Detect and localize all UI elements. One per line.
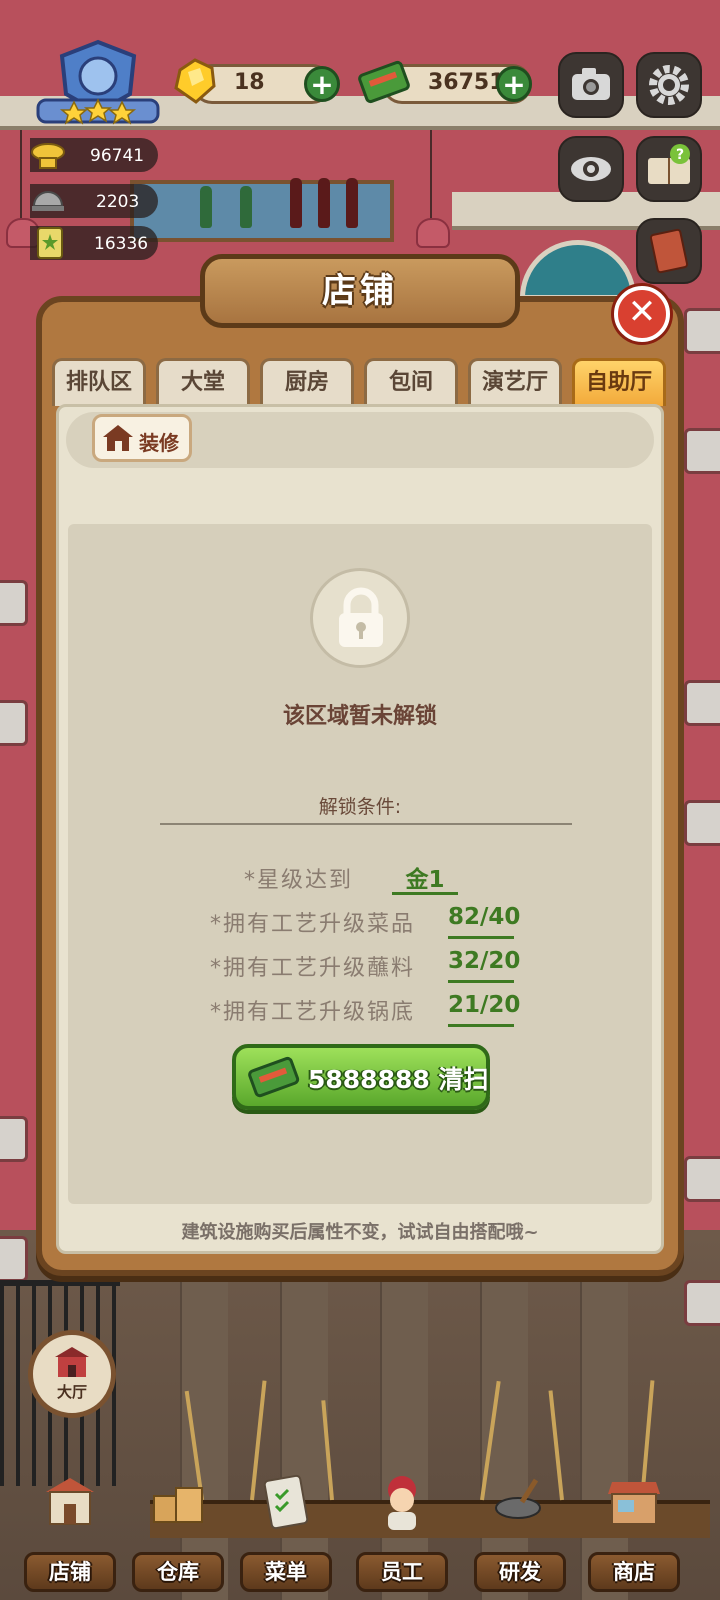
guide-book-button[interactable]: ? xyxy=(636,136,702,202)
tab-private-room[interactable]: 包间 xyxy=(364,358,458,406)
bottle xyxy=(240,186,252,228)
svg-text:?: ? xyxy=(676,147,684,163)
lamp-cord xyxy=(430,130,432,220)
recipe-book-icon xyxy=(649,228,689,274)
nav-warehouse[interactable]: 仓库 xyxy=(128,1468,228,1598)
nav-research[interactable]: 研发 xyxy=(470,1468,570,1598)
storefront-icon xyxy=(46,1478,94,1525)
requirement-value: 21/20 xyxy=(448,992,521,1018)
hall-label: 大厅 xyxy=(56,1383,87,1401)
decorate-label: 装修 xyxy=(139,431,179,455)
nav-label: 商店 xyxy=(613,1560,655,1584)
tab-buffet-hall[interactable]: 自助厅 xyxy=(572,358,666,406)
stat-dishes-value: 2203 xyxy=(96,192,140,212)
requirement-label: *拥有工艺升级锅底 xyxy=(210,1000,416,1025)
gem-count: 18 xyxy=(234,70,265,95)
hanging-lamp xyxy=(416,218,450,248)
gear-icon xyxy=(649,65,689,105)
bottle xyxy=(318,178,330,228)
chef-girl-icon xyxy=(388,1476,416,1530)
requirement-label: *拥有工艺升级菜品 xyxy=(210,912,416,937)
requirement-value: 82/40 xyxy=(448,904,521,930)
nav-staff[interactable]: 员工 xyxy=(352,1468,452,1598)
side-tab xyxy=(684,428,720,474)
unlock-conditions-title: 解锁条件: xyxy=(318,796,402,818)
clipboard-icon xyxy=(263,1474,309,1530)
hall-building-icon xyxy=(55,1347,89,1377)
nav-label: 仓库 xyxy=(157,1560,199,1584)
panel-title-plate: 店铺 xyxy=(200,254,520,328)
cash-count: 36751 xyxy=(428,70,505,95)
requirement-value: 32/20 xyxy=(448,948,521,974)
book-question-icon: ? xyxy=(648,144,690,184)
footer-tip: 建筑设施购买后属性不变，试试自由搭配哦~ xyxy=(181,1222,539,1243)
tab-kitchen[interactable]: 厨房 xyxy=(260,358,354,406)
cloche-icon xyxy=(28,180,68,220)
cash-icon xyxy=(248,1056,300,1098)
house-icon xyxy=(103,425,133,451)
nav-label: 员工 xyxy=(381,1560,423,1584)
stat-income-value: 96741 xyxy=(90,146,145,166)
nav-shop[interactable]: 店铺 xyxy=(20,1468,120,1598)
close-icon: ✕ xyxy=(627,292,657,332)
tab-queue-area[interactable]: 排队区 xyxy=(52,358,146,406)
side-tab xyxy=(0,580,28,626)
requirement-underline xyxy=(448,936,514,939)
settings-button[interactable] xyxy=(636,52,702,118)
tab-performance-hall[interactable]: 演艺厅 xyxy=(468,358,562,406)
add-gems-button[interactable]: + xyxy=(304,66,340,102)
requirement-value: 金1 xyxy=(405,867,445,893)
eye-icon xyxy=(571,157,611,181)
nav-store[interactable]: 商店 xyxy=(584,1468,684,1598)
locked-message: 该区域暂未解锁 xyxy=(282,704,437,729)
hall-button[interactable]: 大厅 xyxy=(28,1330,116,1418)
tab-lobby[interactable]: 大堂 xyxy=(156,358,250,406)
shop-stall-icon xyxy=(608,1482,660,1525)
nav-label: 研发 xyxy=(499,1560,541,1584)
nav-label: 菜单 xyxy=(265,1560,307,1584)
boxes-icon xyxy=(153,1487,203,1523)
decorate-button[interactable]: 装修 xyxy=(92,414,192,462)
wok-icon xyxy=(495,1478,541,1519)
cash-icon xyxy=(356,54,412,108)
recipe-book-button[interactable] xyxy=(636,218,702,284)
star-rank-badge[interactable] xyxy=(34,38,162,128)
bottle xyxy=(290,178,302,228)
requirement-underline xyxy=(448,1024,514,1027)
nav-menu[interactable]: 菜单 xyxy=(236,1468,336,1598)
side-tab xyxy=(684,308,720,354)
side-tab xyxy=(0,1116,28,1162)
panel-title: 店铺 xyxy=(322,271,398,311)
lock-icon xyxy=(339,587,383,647)
bottle xyxy=(346,178,358,228)
clear-unlock-button[interactable]: 5888888 清扫 xyxy=(232,1044,490,1110)
divider xyxy=(160,823,572,825)
hotpot-icon xyxy=(28,134,68,174)
gem-icon xyxy=(170,56,220,106)
requirement-underline xyxy=(392,892,458,895)
view-button[interactable] xyxy=(558,136,624,202)
close-button[interactable]: ✕ xyxy=(614,286,670,342)
review-book-icon xyxy=(30,222,70,262)
side-tab xyxy=(684,1156,720,1202)
side-tab xyxy=(684,1280,720,1326)
lock-badge xyxy=(310,568,410,668)
bottle xyxy=(200,186,212,228)
requirement-label: *拥有工艺升级蘸料 xyxy=(210,956,416,981)
requirement-label: *星级达到 xyxy=(244,868,354,893)
clear-button-label: 5888888 清扫 xyxy=(308,1065,489,1094)
requirement-underline xyxy=(448,980,514,983)
stat-reviews-value: 16336 xyxy=(94,234,149,254)
camera-button[interactable] xyxy=(558,52,624,118)
add-cash-button[interactable]: + xyxy=(496,66,532,102)
lamp-cord xyxy=(20,130,22,220)
rank-shield-icon xyxy=(36,39,160,125)
nav-label: 店铺 xyxy=(49,1560,91,1584)
camera-icon xyxy=(572,68,610,100)
